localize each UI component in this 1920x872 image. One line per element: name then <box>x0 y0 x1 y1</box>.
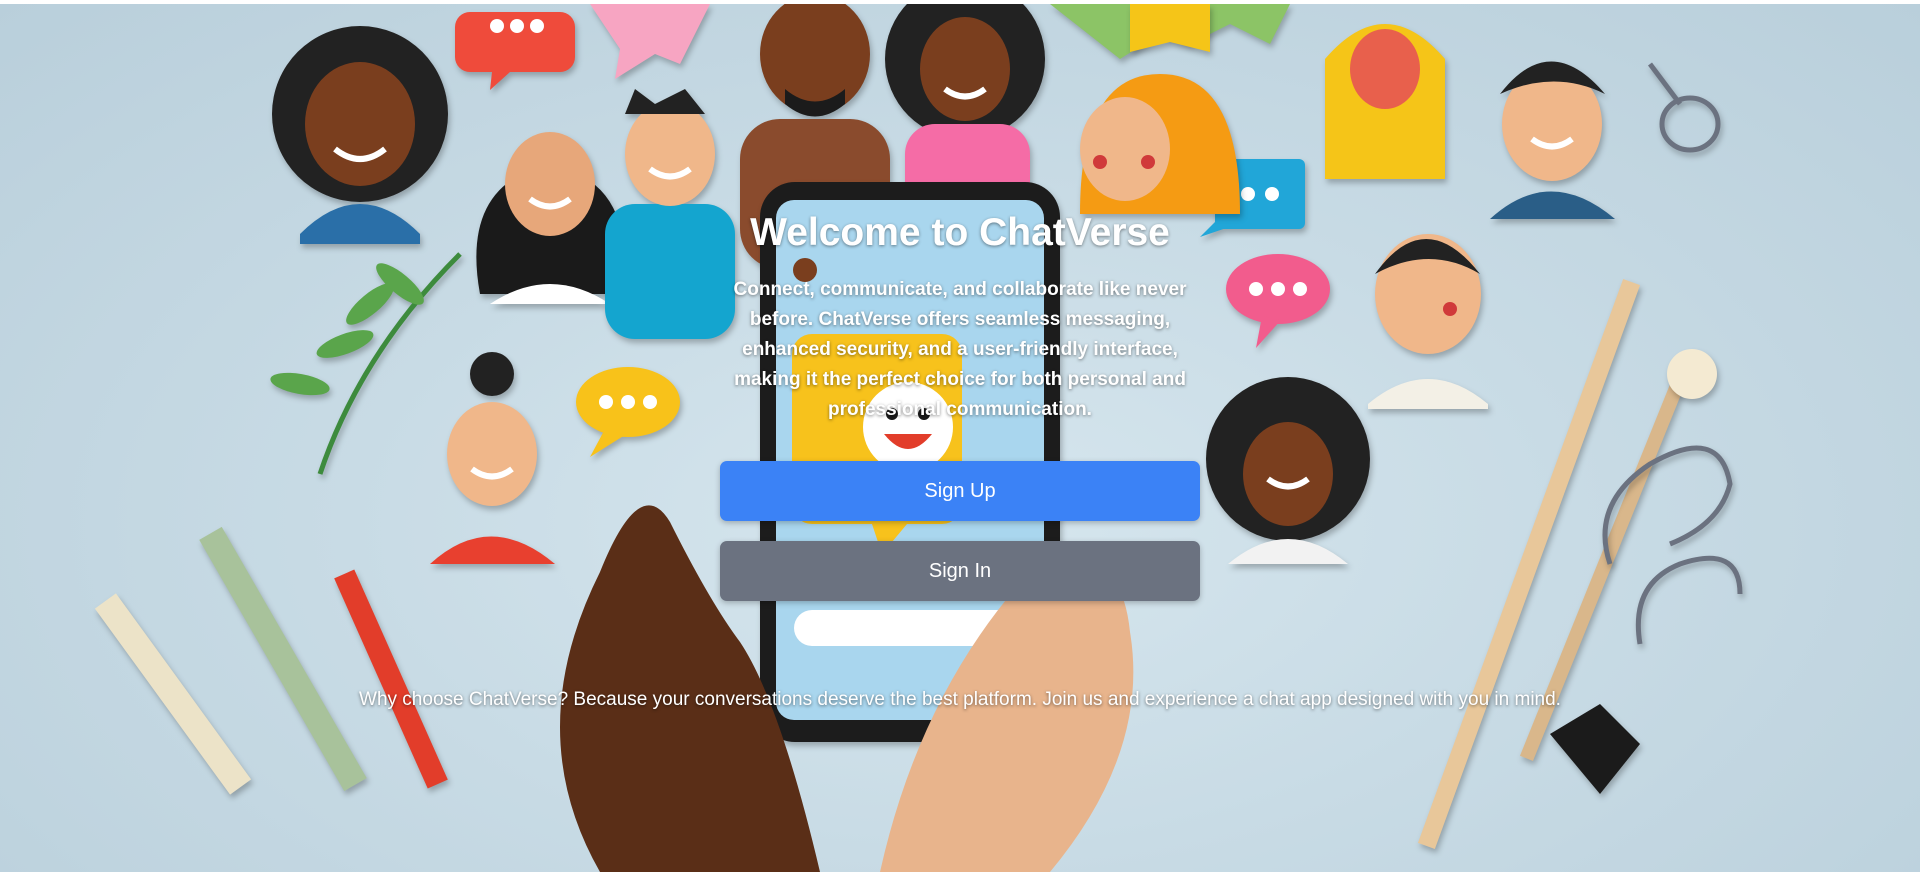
hero-background: Welcome to ChatVerse Connect, communicat… <box>0 4 1920 872</box>
hero-tagline: Why choose ChatVerse? Because your conve… <box>359 689 1561 710</box>
hero-description: Connect, communicate, and collaborate li… <box>733 279 1187 420</box>
sign-up-button[interactable]: Sign Up <box>720 461 1200 521</box>
hero-content: Welcome to ChatVerse Connect, communicat… <box>0 4 1920 872</box>
page-title: Welcome to ChatVerse <box>750 211 1170 254</box>
sign-in-button[interactable]: Sign In <box>720 541 1200 601</box>
